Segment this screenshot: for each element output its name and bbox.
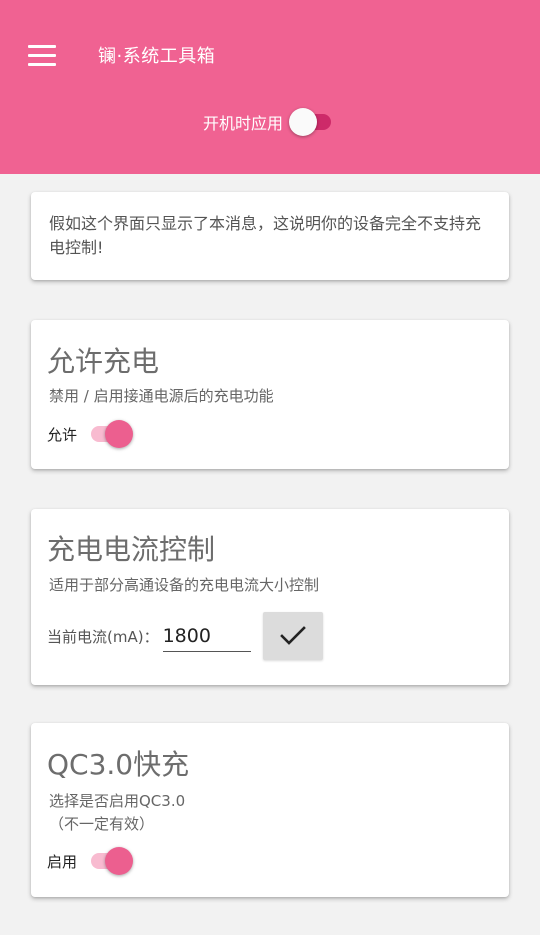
charge-switch[interactable] bbox=[85, 417, 134, 451]
charge-card: 允许充电 禁用 / 启用接通电源后的充电功能 允许 bbox=[31, 320, 509, 469]
current-title: 充电电流控制 bbox=[47, 533, 216, 566]
menu-icon-bar bbox=[28, 53, 56, 57]
app-bar: 镧·系统工具箱 开机时应用 bbox=[0, 0, 540, 174]
app-title: 镧·系统工具箱 bbox=[98, 46, 216, 67]
current-field-label: 当前电流(mA)： bbox=[47, 627, 159, 646]
qc-description-line1: 选择是否启用QC3.0 bbox=[49, 792, 186, 810]
qc-switch[interactable] bbox=[85, 844, 134, 878]
qc-switch-row: 启用 bbox=[47, 844, 134, 878]
switch-thumb bbox=[105, 847, 134, 875]
notice-text: 假如这个界面只显示了本消息，这说明你的设备完全不支持充电控制! bbox=[49, 214, 482, 257]
checkmark-icon bbox=[279, 626, 306, 645]
qc-switch-label: 启用 bbox=[47, 852, 78, 871]
current-input-row: 当前电流(mA)： bbox=[47, 612, 323, 660]
menu-button[interactable] bbox=[22, 38, 62, 72]
qc-title: QC3.0快充 bbox=[47, 748, 190, 781]
charge-switch-row: 允许 bbox=[47, 417, 134, 451]
boot-apply-row: 开机时应用 bbox=[0, 104, 540, 140]
qc-description-line2: （不一定有效） bbox=[49, 815, 155, 833]
menu-icon-bar bbox=[28, 44, 56, 48]
charge-switch-label: 允许 bbox=[47, 425, 78, 444]
current-description: 适用于部分高通设备的充电电流大小控制 bbox=[49, 576, 320, 594]
switch-thumb bbox=[289, 108, 317, 136]
switch-thumb bbox=[105, 420, 134, 448]
boot-apply-label: 开机时应用 bbox=[202, 114, 283, 133]
current-card: 充电电流控制 适用于部分高通设备的充电电流大小控制 当前电流(mA)： bbox=[31, 509, 509, 685]
menu-icon-bar bbox=[28, 62, 56, 66]
apply-current-button[interactable] bbox=[262, 612, 323, 660]
charge-title: 允许充电 bbox=[47, 345, 160, 378]
boot-apply-switch[interactable] bbox=[289, 105, 337, 139]
qc-card: QC3.0快充 选择是否启用QC3.0 （不一定有效） 启用 bbox=[31, 723, 509, 897]
current-input[interactable] bbox=[162, 620, 251, 652]
notice-card: 假如这个界面只显示了本消息，这说明你的设备完全不支持充电控制! bbox=[31, 192, 509, 280]
charge-description: 禁用 / 启用接通电源后的充电功能 bbox=[49, 387, 274, 405]
